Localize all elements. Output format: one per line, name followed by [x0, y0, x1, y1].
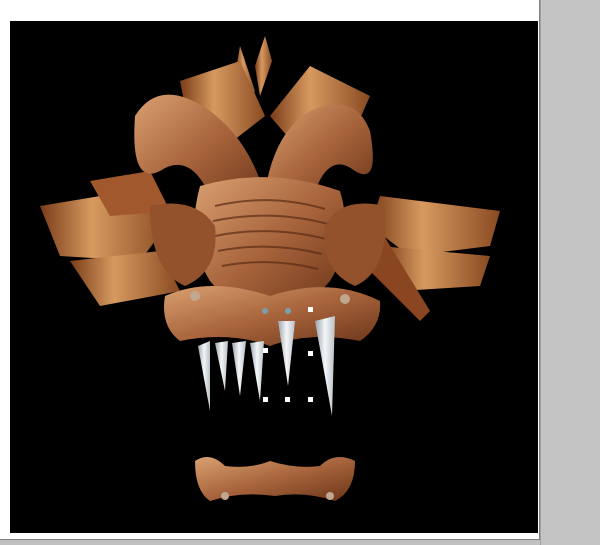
tooth: [198, 341, 210, 411]
image-canvas[interactable]: [10, 21, 538, 533]
tooth: [278, 321, 295, 386]
tooth: [215, 341, 228, 391]
panel-gutter: [540, 0, 600, 545]
dragon-head-texture-icon: [40, 36, 500, 501]
tooth: [250, 341, 264, 401]
document-window: [0, 0, 540, 540]
tooth: [232, 341, 246, 396]
crest-spike: [255, 36, 272, 96]
tooth: [315, 316, 335, 416]
